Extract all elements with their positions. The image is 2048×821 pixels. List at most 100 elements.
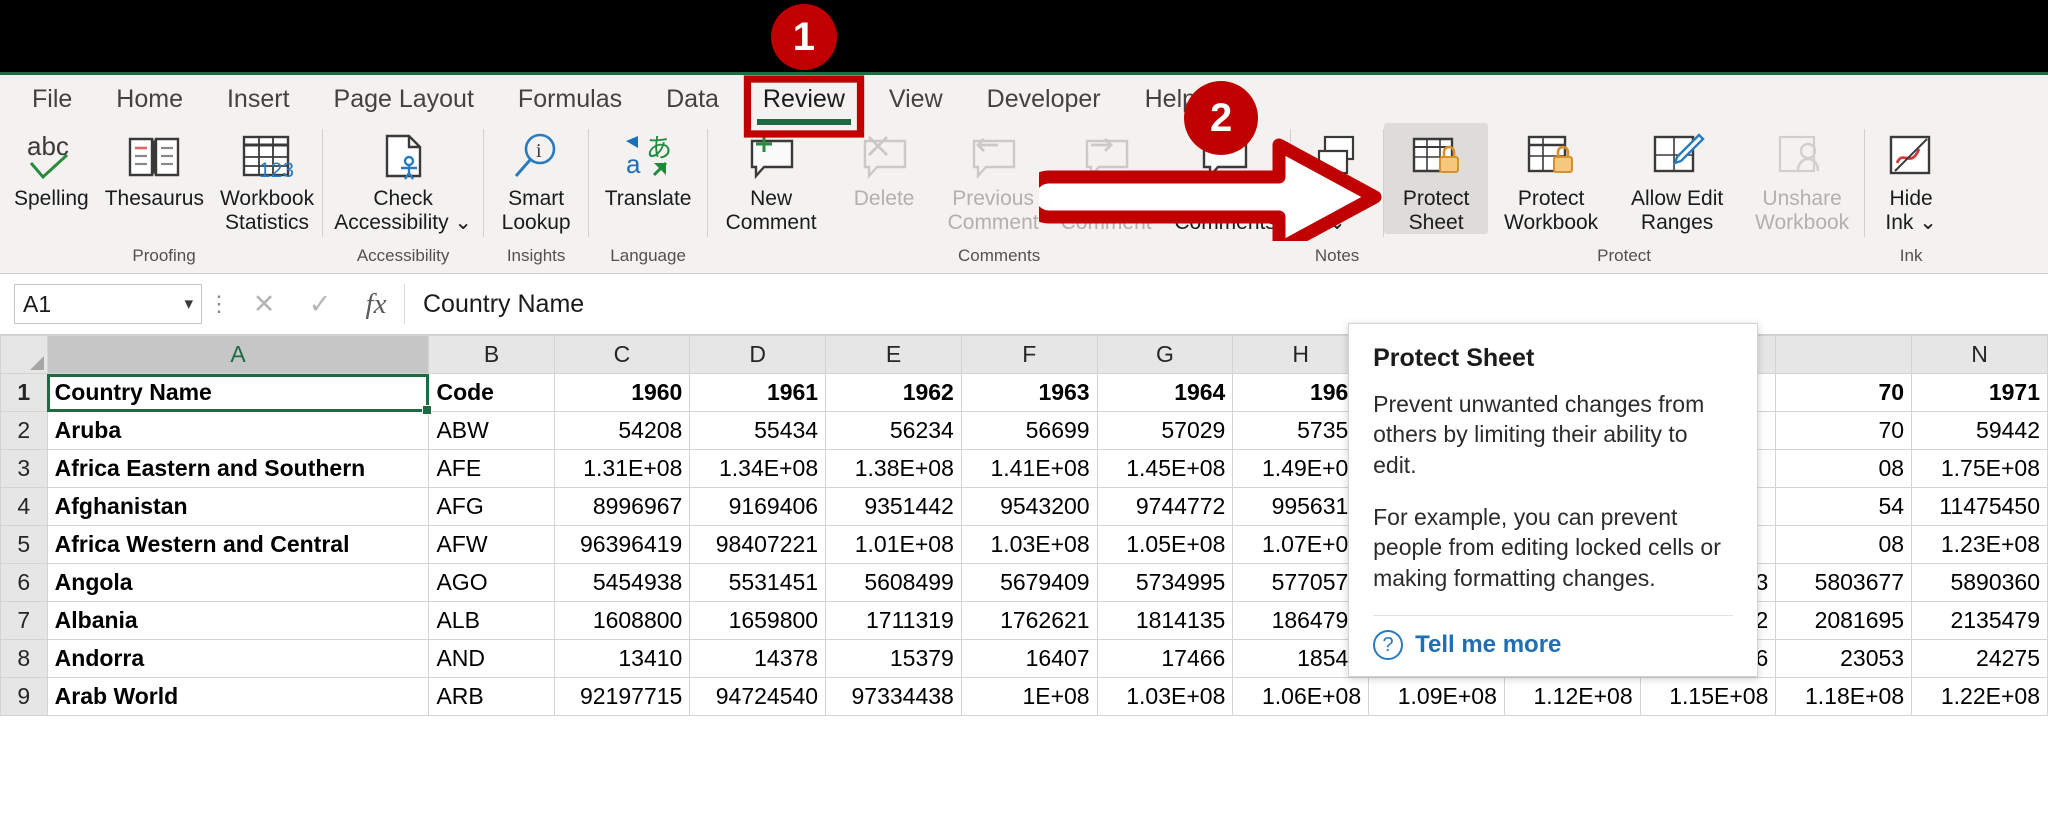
chevron-down-icon[interactable]: ▾ (184, 294, 193, 314)
row-header[interactable]: 9 (0, 677, 48, 716)
cell[interactable]: 2135479 (1911, 601, 2048, 640)
row-header[interactable]: 4 (0, 487, 48, 526)
cell[interactable]: Aruba (46, 411, 430, 450)
cell[interactable]: 14378 (689, 639, 827, 678)
cell[interactable]: 94724540 (689, 677, 827, 716)
tab-page-layout[interactable]: Page Layout (312, 81, 496, 118)
tab-formulas[interactable]: Formulas (496, 81, 644, 118)
col-header-F[interactable]: F (960, 335, 1098, 374)
cell[interactable]: 1971 (1911, 373, 2048, 412)
cell[interactable]: ARB (428, 677, 555, 716)
tab-insert[interactable]: Insert (205, 81, 312, 118)
cell[interactable]: 1.18E+08 (1775, 677, 1913, 716)
new-comment-button[interactable]: New Comment (708, 123, 834, 234)
check-accessibility-button[interactable]: Check Accessibility ⌄ (323, 123, 483, 234)
col-header-N[interactable]: N (1911, 335, 2048, 374)
cell[interactable]: 1.34E+08 (689, 449, 827, 488)
cell[interactable]: Country Name (46, 373, 430, 412)
col-header-A[interactable]: A (46, 335, 430, 374)
cell[interactable]: 1.05E+08 (1096, 525, 1234, 564)
formula-bar-grip[interactable]: ⋮ (202, 291, 236, 317)
fx-icon[interactable]: fx (348, 284, 404, 324)
cell[interactable]: Africa Western and Central (46, 525, 430, 564)
cell[interactable]: AFE (428, 449, 555, 488)
workbook-statistics-button[interactable]: 123 Workbook Statistics (212, 123, 322, 234)
tab-view[interactable]: View (867, 81, 965, 118)
spelling-button[interactable]: abc Spelling (6, 123, 97, 211)
cell[interactable]: 1E+08 (960, 677, 1098, 716)
cell[interactable]: 23053 (1775, 639, 1913, 678)
cell[interactable]: 56234 (825, 411, 962, 450)
cell[interactable]: AGO (428, 563, 555, 602)
col-header-D[interactable]: D (689, 335, 827, 374)
cell[interactable]: 5734995 (1096, 563, 1234, 602)
cell[interactable]: 1.45E+08 (1096, 449, 1234, 488)
cell[interactable]: 8996967 (553, 487, 691, 526)
tab-developer[interactable]: Developer (965, 81, 1123, 118)
cell[interactable]: 1961 (689, 373, 827, 412)
tab-home[interactable]: Home (94, 81, 205, 118)
cell[interactable]: 1.15E+08 (1639, 677, 1777, 716)
cell[interactable]: 1.75E+08 (1911, 449, 2048, 488)
select-all-corner[interactable] (0, 335, 48, 374)
cell[interactable]: 1608800 (553, 601, 691, 640)
cell[interactable]: 1964 (1096, 373, 1234, 412)
cell[interactable]: 08 (1775, 449, 1913, 488)
cell[interactable]: 1.12E+08 (1503, 677, 1641, 716)
cell[interactable]: 17466 (1096, 639, 1234, 678)
cell[interactable]: 9351442 (825, 487, 962, 526)
cell[interactable]: 1.01E+08 (825, 525, 962, 564)
smart-lookup-button[interactable]: i Smart Lookup (484, 123, 588, 234)
cell[interactable]: 9744772 (1096, 487, 1234, 526)
row-header[interactable]: 8 (0, 639, 48, 678)
cell[interactable]: ALB (428, 601, 555, 640)
cell[interactable]: 24275 (1911, 639, 2048, 678)
cell[interactable]: Code (428, 373, 555, 412)
cell[interactable]: 57029 (1096, 411, 1234, 450)
cell[interactable]: 70 (1775, 411, 1913, 450)
cell[interactable]: 1960 (553, 373, 691, 412)
cell[interactable]: 1.03E+08 (960, 525, 1098, 564)
cell[interactable]: 54208 (553, 411, 691, 450)
cell[interactable]: AND (428, 639, 555, 678)
cell[interactable]: 54 (1775, 487, 1913, 526)
col-header-C[interactable]: C (553, 335, 691, 374)
cell[interactable]: AFG (428, 487, 555, 526)
cell[interactable]: ABW (428, 411, 555, 450)
cell[interactable]: Africa Eastern and Southern (46, 449, 430, 488)
translate-button[interactable]: aあ Translate (589, 123, 707, 211)
col-header-E[interactable]: E (825, 335, 962, 374)
cell[interactable]: AFW (428, 525, 555, 564)
cell[interactable]: Albania (46, 601, 430, 640)
cell[interactable]: 1.06E+08 (1232, 677, 1370, 716)
cell[interactable]: 16407 (960, 639, 1098, 678)
cell[interactable]: 1.23E+08 (1911, 525, 2048, 564)
hide-ink-button[interactable]: Hide Ink ⌄ (1865, 123, 1957, 234)
allow-edit-ranges-button[interactable]: Allow Edit Ranges (1614, 123, 1740, 234)
cell[interactable]: 1.03E+08 (1096, 677, 1234, 716)
cell[interactable]: 1.22E+08 (1911, 677, 2048, 716)
cell[interactable]: 1.31E+08 (553, 449, 691, 488)
formula-input[interactable]: Country Name (404, 284, 2042, 324)
cell[interactable]: 15379 (825, 639, 962, 678)
cell[interactable]: 5679409 (960, 563, 1098, 602)
unshare-workbook-button[interactable]: Unshare Workbook (1740, 123, 1864, 234)
row-header[interactable]: 1 (0, 373, 48, 412)
col-header-L[interactable] (1775, 335, 1913, 374)
cell[interactable]: 1962 (825, 373, 962, 412)
previous-comment-button[interactable]: Previous Comment (934, 123, 1052, 234)
cell[interactable]: 1.09E+08 (1368, 677, 1505, 716)
cell[interactable]: 92197715 (553, 677, 691, 716)
cell[interactable]: 1659800 (689, 601, 827, 640)
protect-sheet-button[interactable]: Protect Sheet (1384, 123, 1489, 235)
row-header[interactable]: 3 (0, 449, 48, 488)
cell[interactable]: 11475450 (1911, 487, 2048, 526)
row-header[interactable]: 7 (0, 601, 48, 640)
cell[interactable]: 96396419 (553, 525, 691, 564)
cell[interactable]: 56699 (960, 411, 1098, 450)
cell[interactable]: 55434 (689, 411, 827, 450)
cell[interactable]: Andorra (46, 639, 430, 678)
cell[interactable]: 1711319 (825, 601, 962, 640)
cell[interactable]: 13410 (553, 639, 691, 678)
cell[interactable]: 59442 (1911, 411, 2048, 450)
